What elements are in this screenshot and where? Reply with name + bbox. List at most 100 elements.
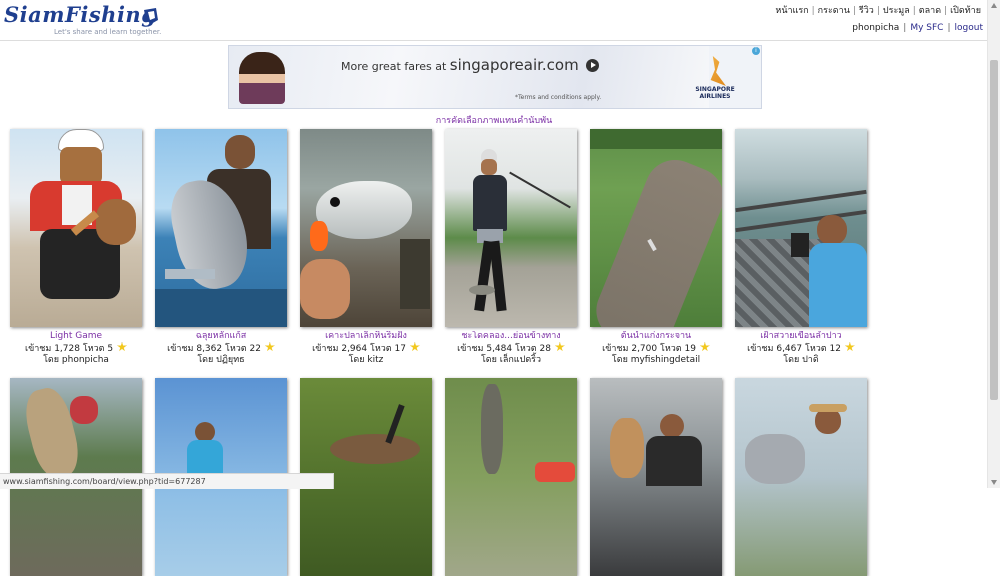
photo-thumbnail[interactable] xyxy=(445,129,577,327)
nav-auction[interactable]: ประมูล xyxy=(883,6,910,16)
section-title: การคัดเลือกภาพแทนคำนับพัน xyxy=(435,116,553,126)
nav-separator: | xyxy=(947,23,951,33)
vertical-scrollbar[interactable] xyxy=(987,0,1000,488)
nav-board[interactable]: กระดาน xyxy=(818,6,850,16)
star-icon[interactable] xyxy=(410,342,420,352)
photo-author: โดย myfishingdetail xyxy=(611,355,701,365)
vote-count: 22 xyxy=(249,344,261,354)
photo-card[interactable]: Light Game เข้าชม 1,728 โหวต 5 โดย phonp… xyxy=(10,129,142,366)
logo-text: SiamFishing xyxy=(4,2,157,27)
photo-thumbnail[interactable] xyxy=(590,378,722,576)
airline-name-line1: SINGAPORE xyxy=(695,86,735,93)
airline-logo: SINGAPORE AIRLINES xyxy=(685,56,745,100)
view-count: 5,484 xyxy=(486,344,513,354)
star-icon[interactable] xyxy=(555,342,565,352)
view-count: 2,964 xyxy=(341,344,368,354)
photo-stats: เข้าชม 2,964 โหวต 17 xyxy=(300,342,432,355)
photo-stats: เข้าชม 5,484 โหวต 28 xyxy=(445,342,577,355)
ad-info-icon[interactable]: i xyxy=(752,47,760,55)
photo-author: โดย phonpicha xyxy=(43,355,109,365)
nav-market[interactable]: ตลาด xyxy=(919,6,941,16)
star-icon[interactable] xyxy=(700,342,710,352)
my-sfc-link[interactable]: My SFC xyxy=(910,23,943,33)
airline-name-line2: AIRLINES xyxy=(699,93,731,100)
author-name[interactable]: phonpicha xyxy=(62,355,109,365)
nav-separator: | xyxy=(944,6,948,16)
photo-thumbnail[interactable] xyxy=(300,129,432,327)
photo-title[interactable]: Light Game xyxy=(10,331,142,342)
scroll-up-icon[interactable] xyxy=(991,3,997,8)
scrollbar-thumb[interactable] xyxy=(990,60,998,400)
nav-separator: | xyxy=(912,6,916,16)
photo-card[interactable]: ต้นน้ำแก่งกระจาน เข้าชม 2,700 โหวต 19 โด… xyxy=(590,129,722,366)
play-icon[interactable] xyxy=(586,59,600,72)
photo-card[interactable]: เคาะปลาเล็กหินริมฝั่ง เข้าชม 2,964 โหวต … xyxy=(300,129,432,366)
browser-status-bar: www.siamfishing.com/board/view.php?tid=6… xyxy=(0,473,334,489)
photo-title[interactable]: ฉลุยหลักแก้ส xyxy=(155,331,287,342)
photo-card[interactable]: ชะโดคลอง...ย่อนข้างทาง เข้าชม 5,484 โหวต… xyxy=(445,129,577,366)
site-logo[interactable]: SiamFishing Let's share and learn togeth… xyxy=(4,2,164,40)
photo-author: โดย เล็กแปดริ้ว xyxy=(480,355,542,365)
view-count: 6,467 xyxy=(776,344,803,354)
author-name[interactable]: ปฏิยุทธ xyxy=(216,355,244,365)
nav-separator: | xyxy=(876,6,880,16)
airline-bird-icon xyxy=(710,56,726,86)
nav-separator: | xyxy=(852,6,856,16)
photo-stats: เข้าชม 8,362 โหวต 22 xyxy=(155,342,287,355)
fish-logo-icon xyxy=(144,8,158,24)
nav-review[interactable]: รีวิว xyxy=(859,6,874,16)
photo-card[interactable]: เฝ้าสวายเขื่อนลำปาว เข้าชม 6,467 โหวต 12… xyxy=(735,129,867,366)
nav-separator: | xyxy=(811,6,815,16)
nav-separator: | xyxy=(903,23,907,33)
photo-card[interactable]: ฉลุยหลักแก้ส เข้าชม 8,362 โหวต 22 โดย ปฏ… xyxy=(155,129,287,366)
ad-terms: *Terms and conditions apply. xyxy=(515,94,602,101)
photo-thumbnail[interactable] xyxy=(10,129,142,327)
photo-card[interactable] xyxy=(445,378,577,576)
photo-title[interactable]: เคาะปลาเล็กหินริมฝั่ง xyxy=(300,331,432,342)
photo-title[interactable]: เฝ้าสวายเขื่อนลำปาว xyxy=(735,331,867,342)
photo-author: โดย ปฏิยุทธ xyxy=(197,355,245,365)
star-icon[interactable] xyxy=(265,342,275,352)
photo-thumbnail[interactable] xyxy=(590,129,722,327)
user-nav: phonpicha | My SFC | logout xyxy=(852,23,983,33)
ad-model-photo xyxy=(239,52,285,104)
view-count: 1,728 xyxy=(54,344,80,354)
logo-tagline: Let's share and learn together. xyxy=(54,28,162,36)
photo-thumbnail[interactable] xyxy=(445,378,577,576)
ad-brand: singaporeair.com xyxy=(449,56,579,74)
author-name[interactable]: kitz xyxy=(367,355,383,365)
photo-thumbnail[interactable] xyxy=(155,129,287,327)
view-count: 2,700 xyxy=(631,344,658,354)
ad-headline: More great fares at singaporeair.com xyxy=(341,56,600,74)
vote-count: 12 xyxy=(829,344,841,354)
photo-title[interactable]: ต้นน้ำแก่งกระจาน xyxy=(590,331,722,342)
top-nav: หน้าแรก | กระดาน | รีวิว | ประมูล | ตลาด | เปิดท้า… xyxy=(775,3,981,17)
photo-stats: เข้าชม 1,728 โหวต 5 xyxy=(10,342,142,355)
logout-link[interactable]: logout xyxy=(955,23,983,33)
photo-card[interactable] xyxy=(590,378,722,576)
ad-banner[interactable]: More great fares at singaporeair.com *Te… xyxy=(228,45,762,109)
vote-count: 19 xyxy=(684,344,696,354)
author-name[interactable]: ปาดิ xyxy=(802,355,819,365)
photo-card[interactable] xyxy=(735,378,867,576)
author-name[interactable]: เล็กแปดริ้ว xyxy=(500,355,541,365)
star-icon[interactable] xyxy=(117,342,127,352)
photo-stats: เข้าชม 6,467 โหวต 12 xyxy=(735,342,867,355)
view-count: 8,362 xyxy=(196,344,223,354)
photo-title[interactable]: ชะโดคลอง...ย่อนข้างทาง xyxy=(445,331,577,342)
vote-count: 17 xyxy=(394,344,406,354)
photo-thumbnail[interactable] xyxy=(735,378,867,576)
photo-thumbnail[interactable] xyxy=(735,129,867,327)
photo-author: โดย kitz xyxy=(348,355,384,365)
scroll-down-icon[interactable] xyxy=(991,480,997,485)
nav-home[interactable]: หน้าแรก xyxy=(775,6,808,16)
photo-stats: เข้าชม 2,700 โหวต 19 xyxy=(590,342,722,355)
header-divider xyxy=(0,40,988,41)
ad-background xyxy=(229,46,709,108)
star-icon[interactable] xyxy=(845,342,855,352)
nav-car-boot[interactable]: เปิดท้าย xyxy=(950,6,981,16)
vote-count: 5 xyxy=(107,344,114,354)
author-name[interactable]: myfishingdetail xyxy=(631,355,700,365)
username[interactable]: phonpicha xyxy=(852,23,899,33)
ad-tagline: More great fares at xyxy=(341,60,447,73)
